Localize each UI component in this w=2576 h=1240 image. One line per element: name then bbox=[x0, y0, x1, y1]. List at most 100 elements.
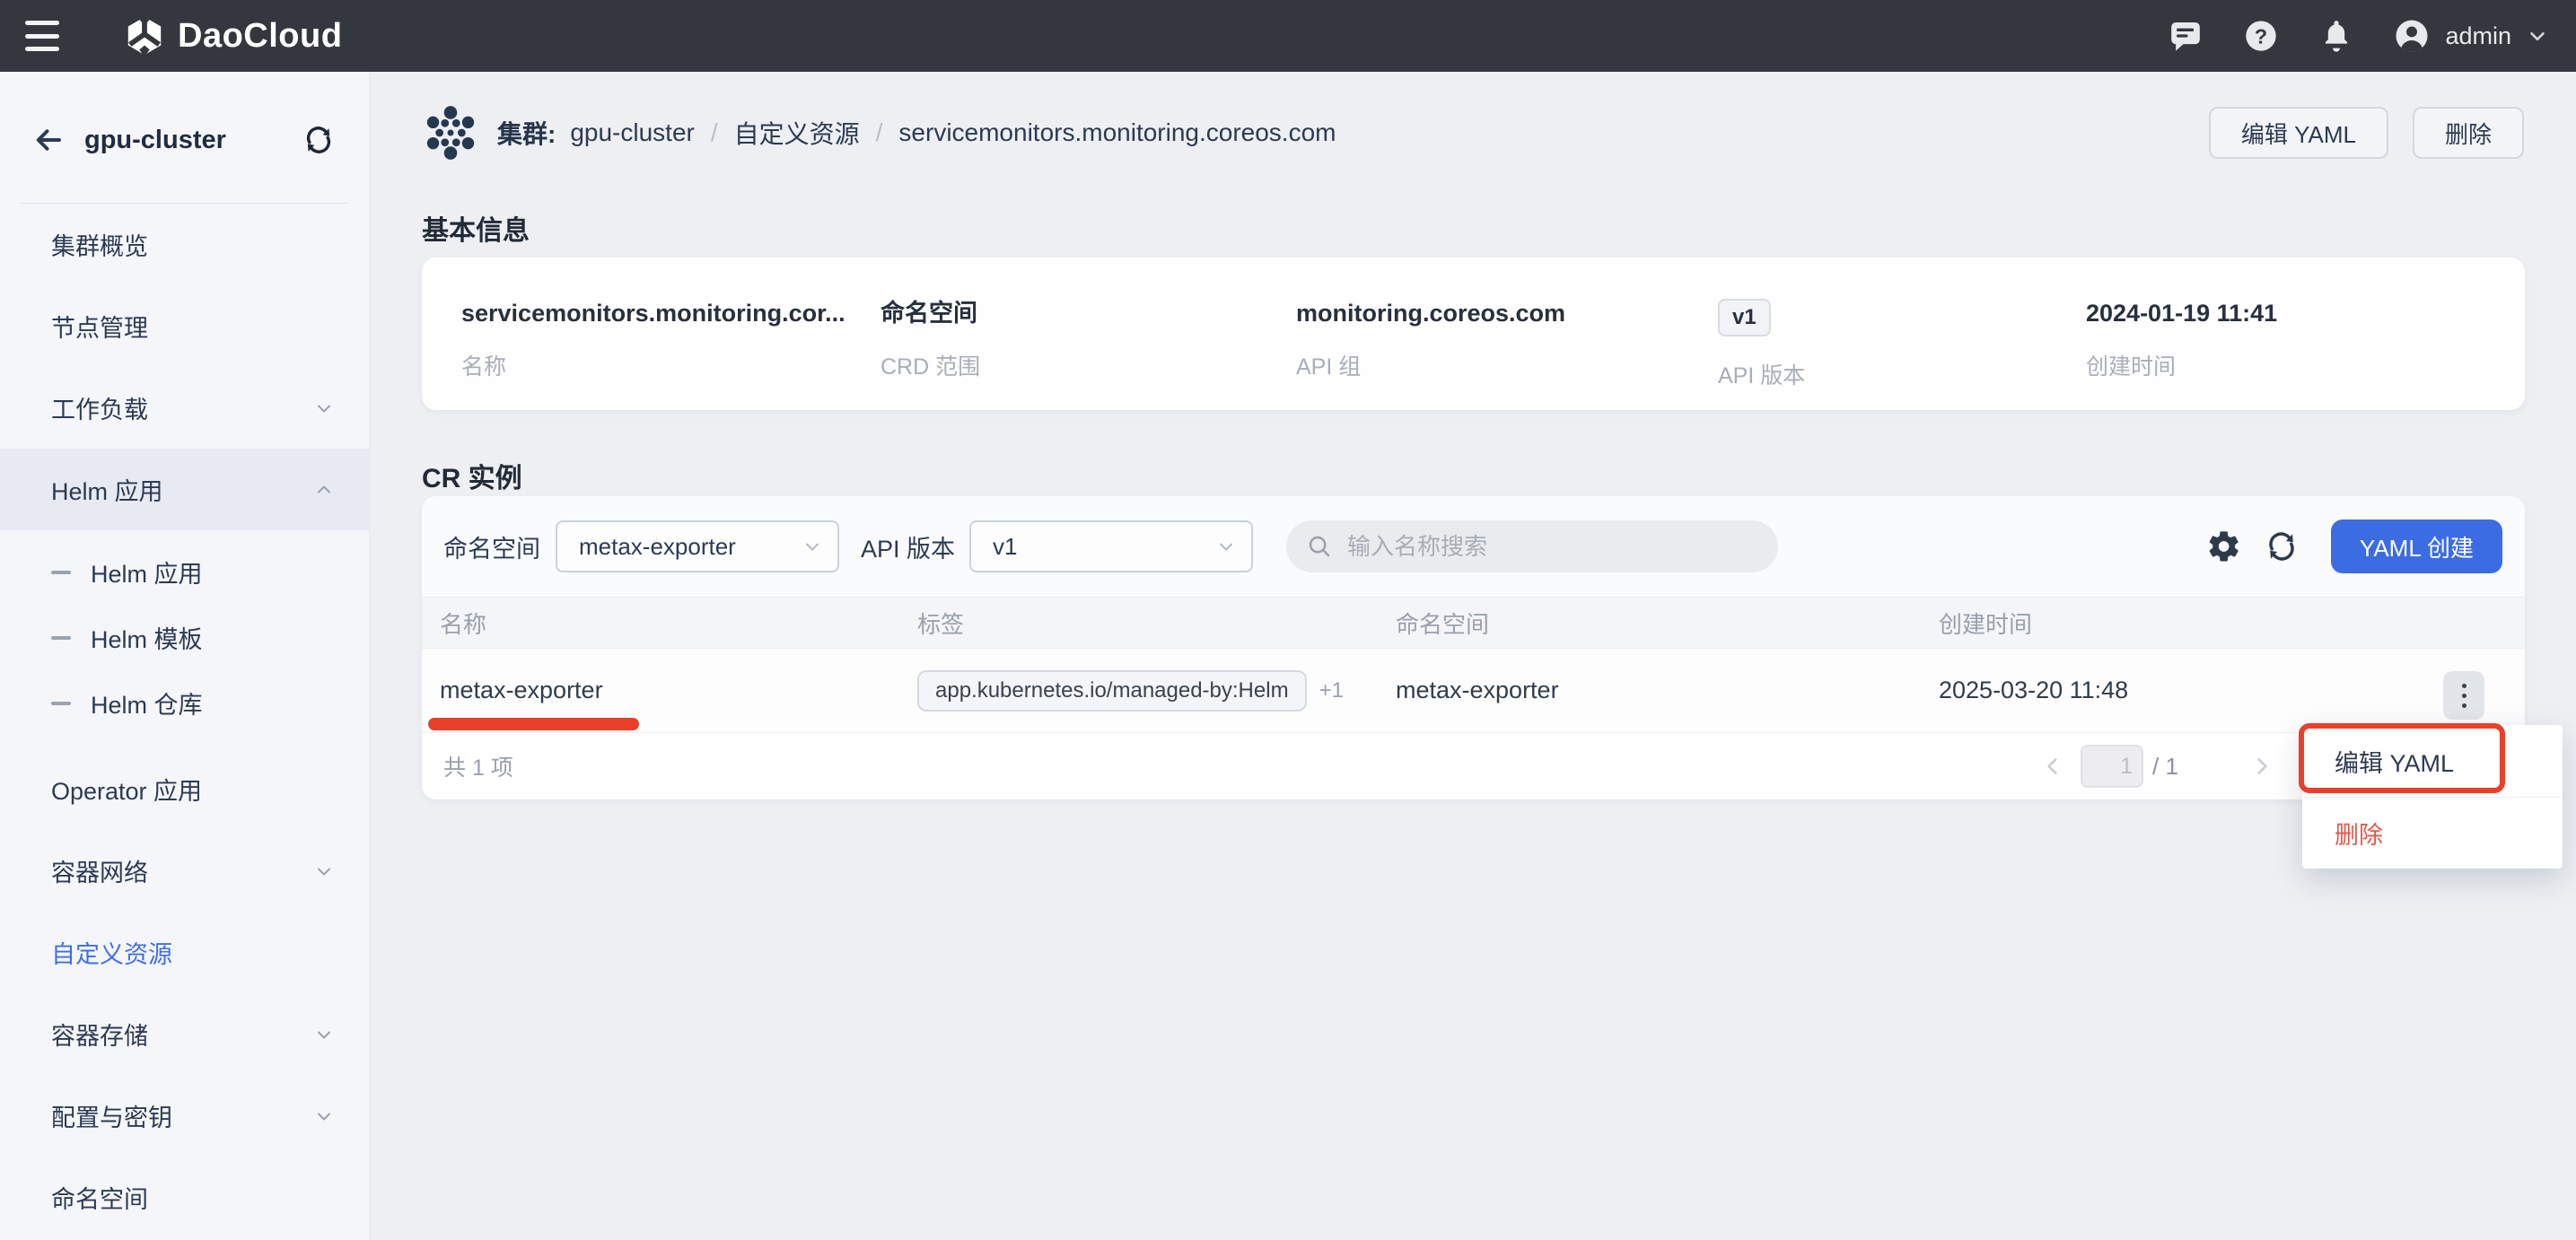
dash-icon bbox=[51, 702, 71, 705]
column-header-namespace: 命名空间 bbox=[1378, 607, 1921, 640]
app-window: DaoCloud ? bbox=[0, 0, 2576, 1240]
topbar: DaoCloud ? bbox=[0, 0, 2576, 72]
table-footer: 共 1 项 1 / 1 bbox=[422, 733, 2525, 799]
breadcrumb-cluster[interactable]: gpu-cluster bbox=[570, 118, 695, 147]
sidebar-item-helm-apps-group[interactable]: Helm 应用 bbox=[0, 449, 369, 530]
page-total: / 1 bbox=[2152, 753, 2178, 781]
sync-icon[interactable] bbox=[301, 122, 337, 158]
avatar-icon bbox=[2393, 17, 2431, 55]
annotation-underline bbox=[428, 718, 639, 730]
pagination: 1 / 1 bbox=[2037, 733, 2277, 799]
basic-info-field: monitoring.coreos.com API 组 bbox=[1296, 299, 1718, 410]
brand-logo[interactable]: DaoCloud bbox=[124, 15, 342, 57]
topbar-actions: ? admin bbox=[2167, 17, 2549, 55]
api-version-badge: v1 bbox=[1718, 299, 1771, 336]
breadcrumb-separator: / bbox=[874, 118, 885, 147]
filter-row: 命名空间 metax-exporter API 版本 v1 bbox=[422, 496, 2525, 597]
namespace-filter-label: 命名空间 bbox=[443, 496, 540, 597]
menu-item-edit-yaml[interactable]: 编辑 YAML bbox=[2302, 725, 2563, 797]
sidebar-item-operator-apps[interactable]: Operator 应用 bbox=[0, 748, 369, 830]
sidebar-item-label: Helm 应用 bbox=[91, 555, 203, 589]
field-label: CRD 范围 bbox=[881, 349, 1296, 381]
sidebar-item-config-secrets[interactable]: 配置与密钥 bbox=[0, 1075, 369, 1157]
chat-icon[interactable] bbox=[2167, 17, 2204, 55]
basic-info-field: 命名空间 CRD 范围 bbox=[881, 299, 1296, 410]
gear-icon[interactable] bbox=[2204, 527, 2244, 566]
sidebar-item-label: Helm 应用 bbox=[51, 472, 163, 507]
sidebar-item-custom-resources[interactable]: 自定义资源 bbox=[0, 912, 369, 993]
table-row: metax-exporter app.kubernetes.io/managed… bbox=[422, 649, 2525, 733]
page-actions: 编辑 YAML 删除 bbox=[2209, 107, 2524, 159]
sidebar-item-container-network[interactable]: 容器网络 bbox=[0, 830, 369, 912]
field-label: API 组 bbox=[1296, 349, 1718, 381]
edit-yaml-button[interactable]: 编辑 YAML bbox=[2209, 107, 2388, 159]
main-content: 集群: gpu-cluster / 自定义资源 / servicemonitor… bbox=[370, 72, 2576, 1240]
chevron-up-icon bbox=[313, 479, 335, 501]
chevron-down-icon bbox=[313, 397, 335, 419]
brand-name: DaoCloud bbox=[178, 17, 342, 56]
dash-icon bbox=[51, 636, 71, 640]
chevron-left-icon[interactable] bbox=[2037, 751, 2068, 782]
sidebar-item-node-management[interactable]: 节点管理 bbox=[0, 285, 369, 367]
back-arrow-icon[interactable] bbox=[31, 122, 66, 158]
chevron-down-icon bbox=[1215, 536, 1237, 557]
delete-button[interactable]: 删除 bbox=[2413, 107, 2524, 159]
field-value: monitoring.coreos.com bbox=[1296, 299, 1718, 327]
sidebar-item-helm-repo[interactable]: Helm 仓库 bbox=[0, 670, 369, 736]
dash-icon bbox=[51, 571, 71, 574]
basic-info-title: 基本信息 bbox=[422, 208, 530, 248]
table-header: 名称 标签 命名空间 创建时间 bbox=[422, 597, 2525, 649]
yaml-create-button[interactable]: YAML 创建 bbox=[2331, 520, 2502, 573]
sidebar-item-label: 容器网络 bbox=[51, 853, 148, 888]
column-header-labels: 标签 bbox=[899, 607, 1378, 640]
username: admin bbox=[2445, 22, 2511, 50]
api-version-filter-label: API 版本 bbox=[861, 496, 955, 597]
cell-namespace: metax-exporter bbox=[1378, 677, 1921, 704]
field-value: servicemonitors.monitoring.cor... bbox=[461, 299, 881, 327]
page-number-input[interactable]: 1 bbox=[2081, 745, 2143, 788]
sidebar-item-label: 配置与密钥 bbox=[51, 1098, 172, 1133]
chevron-right-icon[interactable] bbox=[2247, 751, 2277, 782]
search-icon bbox=[1306, 533, 1333, 560]
namespace-select[interactable]: metax-exporter bbox=[556, 520, 839, 572]
sidebar-item-helm-app[interactable]: Helm 应用 bbox=[0, 539, 369, 605]
refresh-icon[interactable] bbox=[2262, 527, 2301, 566]
sidebar-item-label: 自定义资源 bbox=[51, 935, 172, 970]
basic-info-card: servicemonitors.monitoring.cor... 名称 命名空… bbox=[422, 258, 2525, 410]
api-version-select-value: v1 bbox=[993, 533, 1017, 561]
breadcrumb-separator: / bbox=[709, 118, 720, 147]
label-chip: app.kubernetes.io/managed-by:Helm bbox=[917, 670, 1307, 712]
sidebar-header: gpu-cluster bbox=[0, 111, 369, 169]
field-value: 命名空间 bbox=[881, 299, 1296, 327]
sidebar-item-helm-template[interactable]: Helm 模板 bbox=[0, 605, 369, 670]
sidebar-item-namespaces[interactable]: 命名空间 bbox=[0, 1157, 369, 1238]
sidebar-item-label: 集群概览 bbox=[51, 227, 148, 262]
sidebar: gpu-cluster 集群概览 节点管理 工作负载 bbox=[0, 72, 370, 1240]
cell-created: 2025-03-20 11:48 bbox=[1921, 677, 2525, 704]
user-menu[interactable]: admin bbox=[2393, 17, 2549, 55]
cell-labels: app.kubernetes.io/managed-by:Helm +1 bbox=[899, 670, 1378, 712]
daocloud-logo-icon bbox=[124, 15, 165, 57]
row-context-menu: 编辑 YAML 删除 bbox=[2302, 725, 2563, 869]
label-more-count: +1 bbox=[1319, 678, 1344, 703]
breadcrumb-section[interactable]: 自定义资源 bbox=[734, 115, 860, 151]
menu-item-delete[interactable]: 删除 bbox=[2302, 798, 2563, 868]
cell-name[interactable]: metax-exporter bbox=[422, 677, 899, 704]
sidebar-item-workloads[interactable]: 工作负载 bbox=[0, 367, 369, 449]
chevron-down-icon bbox=[2526, 24, 2549, 48]
bell-icon[interactable] bbox=[2318, 17, 2355, 55]
api-version-select[interactable]: v1 bbox=[969, 520, 1253, 572]
hamburger-icon[interactable] bbox=[25, 21, 65, 51]
basic-info-field: servicemonitors.monitoring.cor... 名称 bbox=[461, 299, 881, 410]
breadcrumb-cluster-label: 集群: bbox=[497, 115, 556, 151]
search-input[interactable] bbox=[1347, 533, 1760, 561]
sidebar-item-container-storage[interactable]: 容器存储 bbox=[0, 993, 369, 1075]
field-label: 创建时间 bbox=[2086, 349, 2277, 381]
search-box bbox=[1286, 520, 1778, 572]
kebab-icon[interactable] bbox=[2443, 671, 2484, 720]
help-icon[interactable]: ? bbox=[2242, 17, 2280, 55]
sidebar-item-cluster-overview[interactable]: 集群概览 bbox=[0, 204, 369, 285]
sidebar-cluster-name: gpu-cluster bbox=[84, 126, 226, 155]
sidebar-item-label: 容器存储 bbox=[51, 1017, 148, 1052]
breadcrumb: 集群: gpu-cluster / 自定义资源 / servicemonitor… bbox=[422, 101, 1336, 164]
